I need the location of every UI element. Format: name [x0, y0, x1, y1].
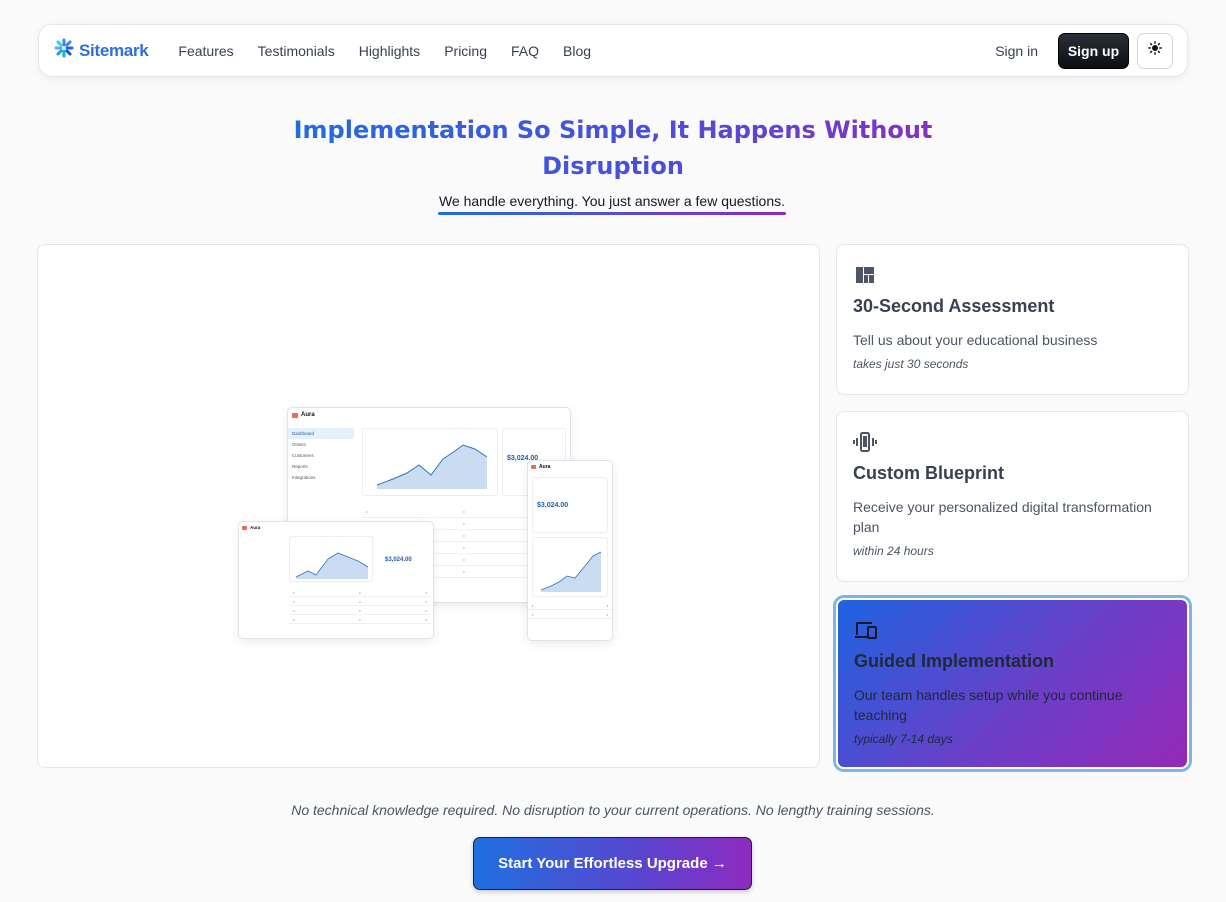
preview-price: $3,024.00 — [537, 502, 569, 509]
nav-link-pricing[interactable]: Pricing — [444, 43, 487, 59]
card-title: 30-Second Assessment — [853, 296, 1055, 316]
card-title: Custom Blueprint — [853, 463, 1004, 483]
preview-tablet-mockup: Aura $3,024.00 • • • • • • • • • • • • — [238, 521, 434, 639]
preview-app-name: Aura — [539, 464, 551, 470]
nav-links: Features Testimonials Highlights Pricing… — [178, 43, 591, 59]
card-note: within 24 hours — [853, 544, 934, 558]
theme-toggle-button[interactable] — [1137, 32, 1173, 69]
brand-logo[interactable]: Sitemark — [53, 37, 149, 64]
sign-in-button[interactable]: Sign in — [983, 43, 1050, 59]
brand-name: Sitemark — [79, 40, 149, 60]
devices-icon — [854, 618, 878, 642]
step-card-assessment[interactable]: 30-Second Assessment Tell us about your … — [836, 244, 1189, 395]
step-card-implementation[interactable]: Guided Implementation Our team handles s… — [836, 598, 1189, 769]
nav-link-testimonials[interactable]: Testimonials — [258, 43, 335, 59]
subtitle-underline — [438, 212, 786, 215]
preview-chart — [362, 428, 498, 496]
sun-icon — [1148, 41, 1162, 60]
dashboard-grid-icon — [853, 263, 877, 287]
nav-actions: Sign in Sign up — [983, 32, 1173, 69]
preview-sidebar-item: Customers — [292, 453, 314, 458]
card-note: typically 7-14 days — [854, 732, 953, 746]
dashboard-preview: Aura Dashboard Orders Customers Reports … — [37, 244, 820, 768]
hero-subtitle: We handle everything. You just answer a … — [438, 193, 786, 209]
sitemark-logo-icon — [53, 37, 75, 64]
preview-app-name: Aura — [250, 525, 261, 530]
preview-phone-mockup: Aura $3,024.00 • • • • — [527, 460, 613, 641]
footer-note: No technical knowledge required. No disr… — [291, 802, 935, 818]
start-upgrade-button[interactable]: Start Your Effortless Upgrade → — [473, 837, 752, 890]
card-description: Tell us about your educational business — [853, 332, 1098, 348]
navbar: Sitemark Features Testimonials Highlight… — [38, 24, 1188, 77]
hero-title: Implementation So Simple, It Happens Wit… — [250, 112, 976, 184]
nav-link-highlights[interactable]: Highlights — [359, 43, 420, 59]
card-description: Our team handles setup while you continu… — [854, 687, 1123, 723]
preview-sidebar-item: Orders — [292, 442, 306, 447]
preview-app-name: Aura — [301, 412, 315, 418]
nav-link-blog[interactable]: Blog — [563, 43, 591, 59]
preview-sidebar-item: Dashboard — [288, 428, 354, 439]
card-note: takes just 30 seconds — [853, 357, 969, 371]
nav-link-faq[interactable]: FAQ — [511, 43, 539, 59]
nav-link-features[interactable]: Features — [178, 43, 233, 59]
step-card-blueprint[interactable]: Custom Blueprint Receive your personaliz… — [836, 411, 1189, 582]
preview-price: $3,024.00 — [385, 557, 412, 563]
preview-sidebar-item: Integrations — [292, 475, 316, 480]
sign-up-button[interactable]: Sign up — [1058, 32, 1129, 69]
preview-sidebar-item: Reports — [292, 464, 308, 469]
card-title: Guided Implementation — [854, 651, 1055, 671]
card-description: Receive your personalized digital transf… — [853, 499, 1152, 535]
phone-vibrate-icon — [853, 430, 877, 454]
